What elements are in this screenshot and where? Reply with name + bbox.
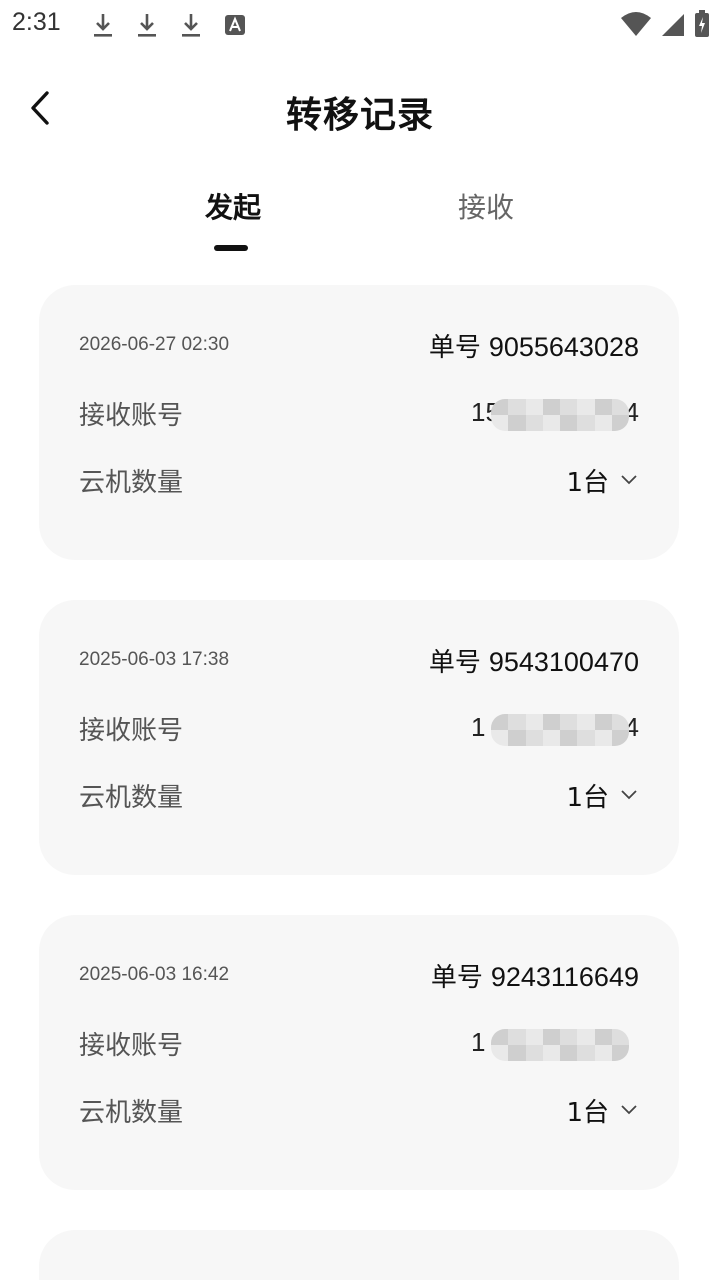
- order-label: 单号: [428, 647, 481, 678]
- account-redaction-mosaic: [491, 399, 629, 431]
- order-info: 单号 9243116649: [431, 957, 639, 994]
- device-count-row: 云机数量 1台: [79, 777, 639, 813]
- account-prefix: 1: [471, 712, 486, 742]
- order-number: 9055643028: [488, 331, 639, 362]
- transfer-record-card-partial[interactable]: [39, 1230, 679, 1280]
- device-count-toggle[interactable]: 1台: [566, 462, 639, 499]
- account-redaction-mosaic: [491, 1029, 629, 1061]
- system-icons: [620, 10, 710, 38]
- signal-icon: [662, 14, 684, 36]
- record-time: 2026-06-27 02:30: [79, 334, 230, 355]
- account-prefix: 1: [471, 1027, 486, 1057]
- chevron-down-icon: [621, 1105, 637, 1115]
- record-time: 2025-06-03 16:42: [79, 964, 230, 985]
- receive-account-row: 接收账号 15 4: [79, 395, 639, 431]
- account-redaction-mosaic: [491, 714, 629, 746]
- battery-charging-icon: [695, 10, 709, 37]
- order-number: 9543100470: [488, 646, 639, 677]
- active-tab-indicator: [214, 245, 248, 251]
- transfer-record-card[interactable]: 2026-06-27 02:30 单号 9055643028 接收账号 15 4…: [39, 285, 679, 560]
- record-header-row: 2026-06-27 02:30 单号 9055643028: [79, 330, 639, 363]
- receive-account-label: 接收账号: [79, 1030, 184, 1061]
- status-bar: 2:31: [0, 0, 720, 50]
- receive-account-row: 接收账号 1 4: [79, 710, 639, 746]
- tab-initiate[interactable]: 发起: [205, 186, 261, 226]
- download-icon: [94, 14, 112, 37]
- receive-account-value: 1 4: [469, 710, 639, 746]
- notification-icons: [88, 10, 250, 40]
- app-header: 转移记录: [0, 60, 720, 160]
- order-label: 单号: [428, 332, 481, 363]
- transfer-record-card[interactable]: 2025-06-03 17:38 单号 9543100470 接收账号 1 4 …: [39, 600, 679, 875]
- receive-account-value: 1: [469, 1025, 639, 1061]
- device-count-row: 云机数量 1台: [79, 462, 639, 498]
- receive-account-label: 接收账号: [79, 400, 184, 431]
- receive-account-value: 15 4: [469, 395, 639, 431]
- device-count-value: 1台: [566, 467, 609, 498]
- order-number: 9243116649: [490, 961, 639, 992]
- app-notification-icon: [225, 15, 245, 35]
- status-time: 2:31: [12, 8, 61, 36]
- device-count-value: 1台: [566, 1097, 609, 1128]
- page-title: 转移记录: [285, 95, 434, 136]
- chevron-down-icon: [621, 475, 637, 485]
- device-count-label: 云机数量: [79, 1097, 184, 1128]
- device-count-toggle[interactable]: 1台: [566, 1092, 639, 1129]
- record-header-row: 2025-06-03 17:38 单号 9543100470: [79, 645, 639, 678]
- device-count-value: 1台: [566, 782, 609, 813]
- transfer-record-card[interactable]: 2025-06-03 16:42 单号 9243116649 接收账号 1 云机…: [39, 915, 679, 1190]
- device-count-label: 云机数量: [79, 782, 184, 813]
- record-header-row: 2025-06-03 16:42 单号 9243116649: [79, 960, 639, 993]
- wifi-icon: [621, 12, 651, 36]
- device-count-label: 云机数量: [79, 467, 184, 498]
- receive-account-label: 接收账号: [79, 715, 184, 746]
- order-info: 单号 9543100470: [429, 642, 639, 679]
- tab-receive[interactable]: 接收: [458, 186, 514, 226]
- download-icon: [182, 14, 200, 37]
- tab-bar: 发起 接收: [0, 170, 720, 260]
- device-count-toggle[interactable]: 1台: [566, 777, 639, 814]
- record-time: 2025-06-03 17:38: [79, 649, 230, 670]
- chevron-down-icon: [621, 790, 637, 800]
- device-count-row: 云机数量 1台: [79, 1092, 639, 1128]
- download-icon: [138, 14, 156, 37]
- receive-account-row: 接收账号 1: [79, 1025, 639, 1061]
- order-info: 单号 9055643028: [429, 327, 639, 364]
- order-label: 单号: [430, 962, 483, 993]
